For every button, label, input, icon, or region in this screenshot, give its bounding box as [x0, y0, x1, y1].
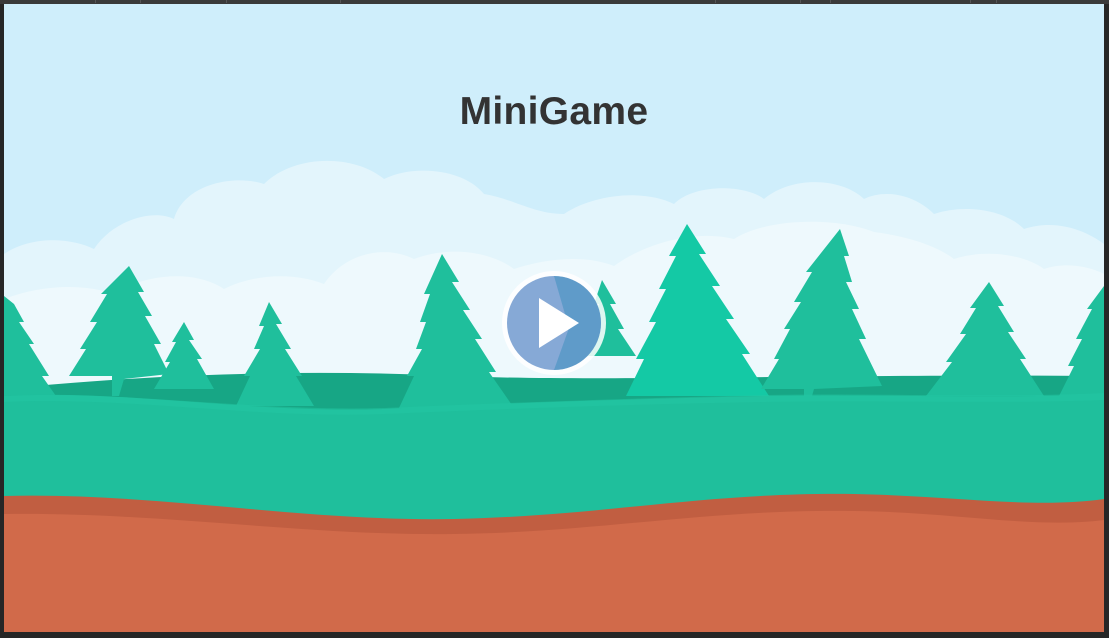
play-icon	[502, 271, 606, 375]
game-canvas[interactable]: MiniGame	[4, 4, 1104, 632]
game-window: MiniGame	[0, 0, 1109, 638]
play-button[interactable]	[499, 268, 609, 378]
game-title: MiniGame	[459, 90, 649, 133]
